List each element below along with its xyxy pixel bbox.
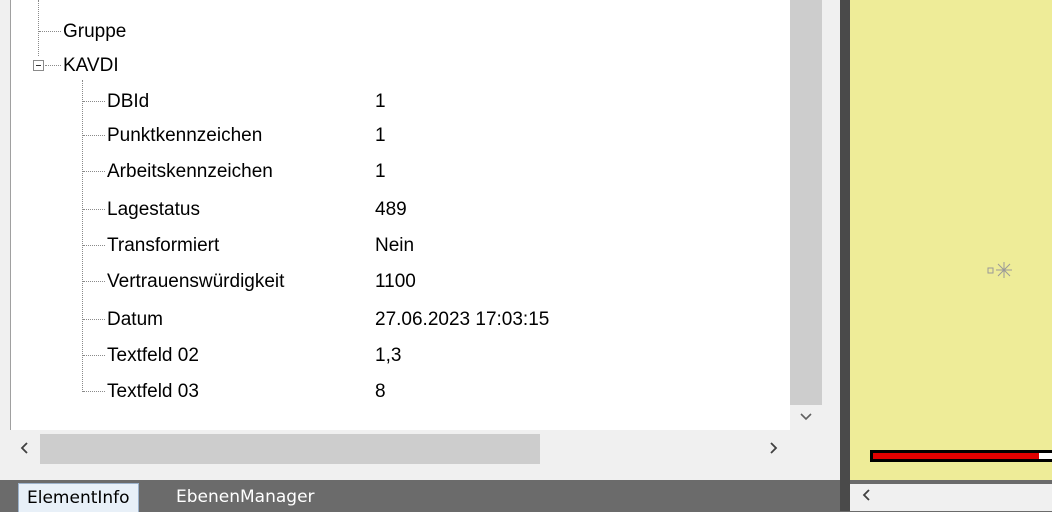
canvas-drawing <box>870 262 1052 462</box>
collapse-icon[interactable] <box>33 60 44 71</box>
property-value: 1,3 <box>375 345 402 366</box>
property-name: Arbeitskennzeichen <box>107 161 273 182</box>
property-row[interactable]: Textfeld 03 8 <box>11 374 791 408</box>
tree-connector <box>83 171 105 172</box>
chevron-left-icon[interactable] <box>10 432 40 466</box>
tree-node-kavdi[interactable]: KAVDI <box>11 48 791 82</box>
vertical-scroll-thumb[interactable] <box>790 0 822 405</box>
map-canvas[interactable] <box>850 0 1052 480</box>
property-row[interactable]: Lagestatus 489 <box>11 192 791 226</box>
panel-splitter[interactable] <box>840 0 850 511</box>
tree-connector <box>45 65 61 66</box>
property-name: Textfeld 02 <box>107 345 199 366</box>
property-row[interactable]: DBId 1 <box>11 84 791 118</box>
property-name: DBId <box>107 91 150 112</box>
property-value: 8 <box>375 381 386 402</box>
point-marker-icon[interactable] <box>987 262 1012 278</box>
tab-element-info[interactable]: ElementInfo <box>18 483 139 512</box>
property-value: 1 <box>375 161 386 182</box>
tree-connector <box>83 209 105 210</box>
property-value: 1100 <box>375 271 416 292</box>
scale-bar <box>870 450 1052 462</box>
scrollbar-corner <box>790 432 822 466</box>
tree-connector <box>83 101 105 102</box>
property-name: Textfeld 03 <box>107 381 199 402</box>
chevron-left-icon[interactable] <box>862 486 872 507</box>
element-info-panel: Gruppe KAVDI DBId 1 Punktkennzeichen 1 A… <box>0 0 840 480</box>
tree-node-label: Gruppe <box>63 21 127 42</box>
tree-connector <box>83 245 105 246</box>
tree-connector <box>83 355 105 356</box>
property-name: Punktkennzeichen <box>107 125 263 146</box>
property-name: Datum <box>107 309 163 330</box>
property-row[interactable]: Arbeitskennzeichen 1 <box>11 154 791 188</box>
horizontal-scrollbar[interactable] <box>10 432 822 466</box>
tree-connector <box>83 319 105 320</box>
horizontal-scroll-thumb[interactable] <box>40 434 540 464</box>
property-value: 1 <box>375 91 386 112</box>
property-name: Lagestatus <box>107 199 200 220</box>
chevron-down-icon[interactable] <box>790 406 822 430</box>
property-value: 27.06.2023 17:03:15 <box>375 309 550 330</box>
chevron-right-icon[interactable] <box>758 432 788 466</box>
vertical-scrollbar[interactable] <box>790 0 822 430</box>
property-row[interactable]: Textfeld 02 1,3 <box>11 338 791 372</box>
tree-connector <box>83 281 105 282</box>
property-row[interactable]: Vertrauenswürdigkeit 1100 <box>11 264 791 298</box>
property-tree[interactable]: Gruppe KAVDI DBId 1 Punktkennzeichen 1 A… <box>10 0 791 430</box>
property-value: Nein <box>375 235 415 256</box>
tree-node-gruppe[interactable]: Gruppe <box>11 14 791 48</box>
canvas-horizontal-scrollbar[interactable] <box>850 484 1052 511</box>
tree-connector <box>39 31 61 32</box>
property-value: 1 <box>375 125 386 146</box>
tree-connector <box>83 391 105 392</box>
tree-connector <box>83 135 105 136</box>
property-row[interactable]: Transformiert Nein <box>11 228 791 262</box>
tree-node-label: KAVDI <box>63 55 119 76</box>
property-name: Transformiert <box>107 235 220 256</box>
property-name: Vertrauenswürdigkeit <box>107 271 285 292</box>
property-value: 489 <box>375 199 407 220</box>
property-row[interactable]: Punktkennzeichen 1 <box>11 118 791 152</box>
tab-bar: ElementInfo EbenenManager <box>0 480 840 512</box>
property-row[interactable]: Datum 27.06.2023 17:03:15 <box>11 302 791 336</box>
tab-ebenen-manager[interactable]: EbenenManager <box>168 483 323 511</box>
